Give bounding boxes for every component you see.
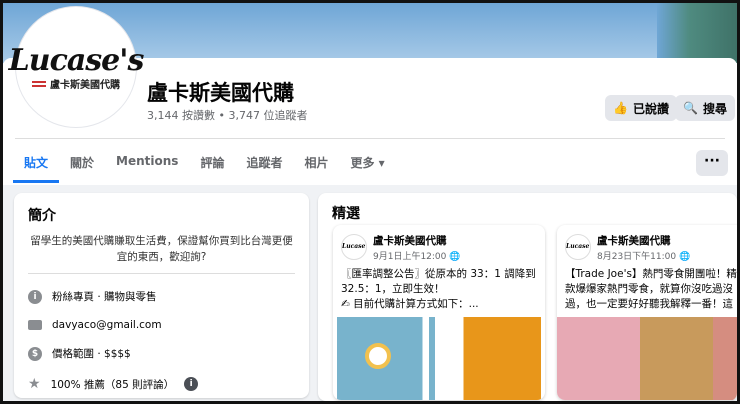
- post-line: ✍ 目前代購計算方式如下：...: [341, 298, 479, 310]
- liked-label: 已說讚: [632, 101, 669, 116]
- rating-row: ★ 100% 推薦（85 則評論） i: [28, 376, 295, 392]
- price-row: $ 價格範圍 · $$$$: [28, 346, 295, 361]
- profile-avatar[interactable]: Lucase's 盧卡斯美國代購: [9, 6, 144, 128]
- divider: [15, 138, 725, 139]
- featured-post[interactable]: Lucase's 盧卡斯美國代購 9月1日上午12:00 🌐 〖匯率調整公告〗從…: [333, 225, 545, 400]
- featured-title: 精選: [332, 206, 360, 222]
- star-icon: ★: [28, 376, 41, 392]
- post-date[interactable]: 9月1日上午12:00 🌐: [373, 249, 460, 262]
- post-text: 〖匯率調整公告〗從原本的 33：1 調降到 32.5：1，立即生效！ ✍ 目前代購計…: [341, 267, 541, 312]
- email-row: davyaco@gmail.com: [28, 319, 295, 331]
- tab-photos[interactable]: 相片: [293, 148, 339, 183]
- post-text: 【Trade Joe's】熱門零食開團啦！精 款爆爆家熱門零食，就算你沒吃過沒 過，…: [565, 267, 737, 312]
- search-button[interactable]: 🔍 搜尋: [675, 95, 735, 121]
- post-avatar: Lucase's: [565, 234, 591, 260]
- post-line: 【Trade Joe's】熱門零食開團啦！精: [565, 268, 737, 280]
- featured-card: 精選 Lucase's 盧卡斯美國代購 9月1日上午12:00 🌐 〖匯率調整公…: [318, 193, 737, 401]
- intro-bio: 留學生的美國代購賺取生活費，保證幫你買到比台灣更便宜的東西，歡迎詢?: [28, 233, 295, 274]
- thumbs-up-icon: 👍: [613, 101, 628, 115]
- post-line: 款爆爆家熱門零食，就算你沒吃過沒: [565, 283, 733, 295]
- price-text: 價格範圍 · $$$$: [52, 348, 131, 360]
- post-image[interactable]: [337, 317, 541, 400]
- category-row: i 粉絲專頁 · 購物與零售: [28, 289, 295, 304]
- post-line: 過，也一定要好好聽我解釋一番！這: [565, 298, 733, 310]
- search-icon: 🔍: [683, 101, 698, 115]
- featured-post[interactable]: Lucase's 盧卡斯美國代購 8月23日下午11:00 🌐 【Trade J…: [557, 225, 737, 400]
- page-title: 盧卡斯美國代購: [147, 81, 294, 105]
- us-flag-icon: [32, 81, 46, 89]
- post-line: 32.5：1，立即生效！: [341, 283, 445, 295]
- envelope-icon: [28, 320, 42, 330]
- post-author[interactable]: 盧卡斯美國代購: [597, 233, 671, 248]
- tab-more[interactable]: 更多 ▾: [339, 148, 395, 183]
- post-date[interactable]: 8月23日下午11:00 🌐: [597, 249, 690, 262]
- logo-sub-text: 盧卡斯美國代購: [50, 80, 120, 91]
- rating-text[interactable]: 100% 推薦（85 則評論）: [51, 377, 175, 392]
- tab-posts[interactable]: 貼文: [13, 148, 60, 183]
- info-icon[interactable]: i: [184, 377, 199, 391]
- intro-card: 簡介 留學生的美國代購賺取生活費，保證幫你買到比台灣更便宜的東西，歡迎詢? i粉…: [14, 193, 309, 398]
- statue-image: [657, 3, 737, 63]
- search-label: 搜尋: [702, 101, 727, 116]
- tab-reviews[interactable]: 評論: [189, 148, 235, 183]
- liked-button[interactable]: 👍 已說讚: [605, 95, 677, 121]
- more-options-button[interactable]: ···: [696, 150, 728, 176]
- tab-about[interactable]: 關於: [59, 148, 105, 183]
- page-header: Lucase's 盧卡斯美國代購 盧卡斯美國代購 3,144 按讚數 • 3,7…: [3, 6, 737, 185]
- logo-subtitle: 盧卡斯美國代購: [32, 76, 120, 91]
- page: Lucase's 盧卡斯美國代購 盧卡斯美國代購 3,144 按讚數 • 3,7…: [3, 3, 737, 401]
- tab-mentions[interactable]: Mentions: [105, 148, 189, 183]
- category-text[interactable]: 粉絲專頁 · 購物與零售: [52, 289, 157, 304]
- info-icon: i: [28, 289, 42, 304]
- post-line: 〖匯率調整公告〗從原本的 33：1 調降到: [341, 268, 536, 280]
- email-text[interactable]: davyaco@gmail.com: [52, 319, 162, 331]
- logo: Lucase's: [8, 43, 145, 78]
- tab-followers[interactable]: 追蹤者: [235, 148, 293, 183]
- post-avatar: Lucase's: [341, 234, 367, 260]
- coffee-cup-icon: [365, 343, 391, 369]
- dollar-icon: $: [28, 346, 42, 361]
- intro-title: 簡介: [28, 208, 56, 224]
- post-image[interactable]: [557, 317, 737, 400]
- tab-bar: 貼文 關於 Mentions 評論 追蹤者 相片 更多 ▾: [13, 148, 396, 183]
- page-stats[interactable]: 3,144 按讚數 • 3,747 位追蹤者: [147, 107, 307, 123]
- post-author[interactable]: 盧卡斯美國代購: [373, 233, 447, 248]
